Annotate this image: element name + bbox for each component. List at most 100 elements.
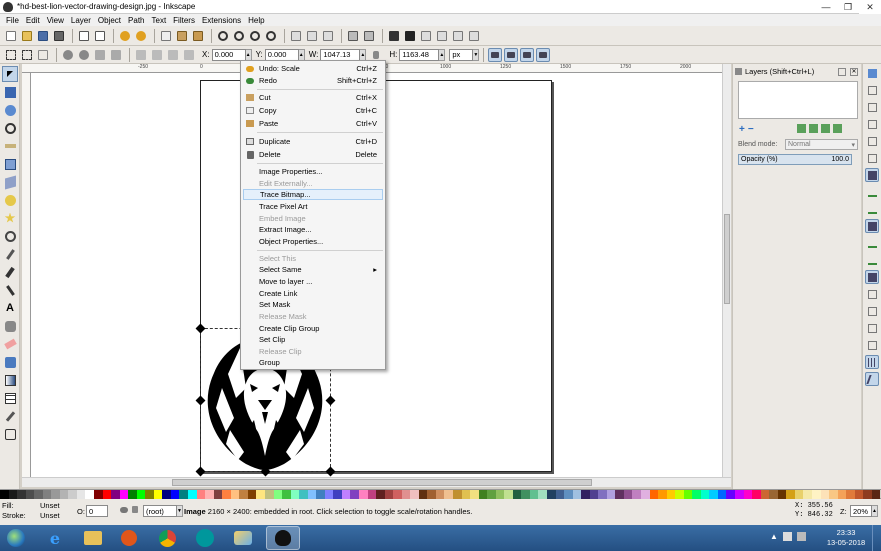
spray-tool[interactable] bbox=[2, 318, 18, 334]
opacity-slider[interactable]: Opacity (%) 100.0 bbox=[738, 154, 852, 165]
palette-swatch[interactable] bbox=[196, 490, 206, 499]
open-button[interactable] bbox=[20, 29, 34, 43]
palette-swatch[interactable] bbox=[418, 490, 428, 499]
paste-button[interactable] bbox=[191, 29, 205, 43]
palette-swatch[interactable] bbox=[128, 490, 137, 499]
palette-swatch[interactable] bbox=[188, 490, 197, 499]
palette-swatch[interactable] bbox=[307, 490, 317, 499]
palette-swatch[interactable] bbox=[376, 490, 385, 499]
palette-swatch[interactable] bbox=[811, 490, 821, 499]
palette-swatch[interactable] bbox=[769, 490, 778, 499]
document-properties-button[interactable] bbox=[467, 29, 481, 43]
menu-item-duplicate[interactable]: Duplicate Ctrl+D bbox=[243, 136, 383, 147]
maximize-button[interactable]: ❐ bbox=[837, 0, 859, 14]
snap-nodes-button[interactable] bbox=[865, 168, 879, 182]
new-document-button[interactable] bbox=[4, 29, 18, 43]
palette-swatch[interactable] bbox=[555, 490, 565, 499]
lower-button[interactable] bbox=[166, 48, 180, 62]
fill-stroke-button[interactable] bbox=[387, 29, 401, 43]
menu-file[interactable]: File bbox=[6, 16, 19, 25]
menu-item-edit-externally[interactable]: Edit Externally... bbox=[243, 178, 383, 189]
palette-swatch[interactable] bbox=[846, 490, 855, 499]
palette-swatch[interactable] bbox=[786, 490, 795, 499]
zoom-tool[interactable] bbox=[2, 120, 18, 136]
palette-swatch[interactable] bbox=[487, 490, 496, 499]
palette-swatch[interactable] bbox=[692, 490, 701, 499]
move-gradients-toggle[interactable] bbox=[520, 47, 535, 62]
deselect-button[interactable] bbox=[36, 48, 50, 62]
layer-to-top-icon[interactable] bbox=[797, 124, 806, 133]
palette-swatch[interactable] bbox=[495, 490, 505, 499]
vertical-scrollbar[interactable] bbox=[722, 64, 731, 477]
palette-swatch[interactable] bbox=[94, 490, 103, 499]
group-button[interactable] bbox=[346, 29, 360, 43]
snap-smooth-nodes-button[interactable] bbox=[865, 236, 879, 250]
palette-swatch[interactable] bbox=[581, 490, 590, 499]
network-icon[interactable] bbox=[782, 532, 792, 541]
palette-swatch[interactable] bbox=[282, 490, 291, 499]
menu-item-create-link[interactable]: Create Link bbox=[243, 288, 383, 299]
dropper-tool[interactable] bbox=[2, 408, 18, 424]
palette-swatch[interactable] bbox=[504, 490, 513, 499]
palette-swatch[interactable] bbox=[59, 490, 69, 499]
close-panel-button[interactable]: ✕ bbox=[850, 67, 858, 76]
palette-swatch[interactable] bbox=[316, 490, 325, 499]
palette-swatch[interactable] bbox=[324, 490, 334, 499]
palette-swatch[interactable] bbox=[529, 490, 539, 499]
undo-button[interactable] bbox=[118, 29, 132, 43]
text-tool[interactable]: A bbox=[2, 300, 18, 316]
palette-swatch[interactable] bbox=[461, 490, 471, 499]
taskbar-file-explorer[interactable] bbox=[76, 526, 110, 550]
zoom-spin-arrows[interactable]: ▲ bbox=[872, 505, 878, 517]
menu-item-group[interactable]: Group bbox=[243, 357, 383, 368]
palette-swatch[interactable] bbox=[162, 490, 171, 499]
palette-swatch[interactable] bbox=[683, 490, 693, 499]
layer-lower-icon[interactable] bbox=[821, 124, 830, 133]
palette-swatch[interactable] bbox=[572, 490, 582, 499]
rotate-cw-button[interactable] bbox=[77, 48, 91, 62]
taskbar-paint[interactable] bbox=[226, 526, 260, 550]
menu-item-undo[interactable]: Undo: Scale Ctrl+Z bbox=[243, 63, 383, 74]
chevron-down-icon[interactable]: ▼ bbox=[177, 505, 183, 517]
palette-swatch[interactable] bbox=[803, 490, 812, 499]
select-all-layers-button[interactable] bbox=[20, 48, 34, 62]
clone-button[interactable] bbox=[305, 29, 319, 43]
taskbar-media-player[interactable] bbox=[112, 526, 146, 550]
menu-item-trace-bitmap[interactable]: Trace Bitmap... bbox=[243, 189, 383, 200]
clock[interactable]: 23:33 13-05-2018 bbox=[826, 528, 866, 548]
opacity-field[interactable]: 0 bbox=[86, 505, 108, 517]
show-desktop-button[interactable] bbox=[872, 525, 881, 551]
snap-intersections-button[interactable] bbox=[865, 202, 879, 216]
connector-tool[interactable] bbox=[2, 426, 18, 442]
palette-swatch[interactable] bbox=[615, 490, 624, 499]
lower-to-bottom-button[interactable] bbox=[182, 48, 196, 62]
palette-swatch[interactable] bbox=[726, 490, 736, 499]
palette-swatch[interactable] bbox=[136, 490, 146, 499]
palette-swatch[interactable] bbox=[239, 490, 248, 499]
palette-swatch[interactable] bbox=[820, 490, 830, 499]
show-hidden-icons[interactable]: ▲ bbox=[770, 532, 778, 541]
palette-swatch[interactable] bbox=[547, 490, 556, 499]
snap-bbox-button[interactable] bbox=[865, 83, 879, 97]
export-button[interactable] bbox=[93, 29, 107, 43]
menu-layer[interactable]: Layer bbox=[71, 16, 91, 25]
xml-editor-button[interactable] bbox=[419, 29, 433, 43]
menu-edit[interactable]: Edit bbox=[26, 16, 40, 25]
menu-item-trace-pixel-art[interactable]: Trace Pixel Art bbox=[243, 201, 383, 212]
measure-tool[interactable] bbox=[2, 138, 18, 154]
palette-swatch[interactable] bbox=[179, 490, 189, 499]
menu-item-object-properties[interactable]: Object Properties... bbox=[243, 236, 383, 247]
palette-swatch[interactable] bbox=[837, 490, 847, 499]
palette-swatch[interactable] bbox=[273, 490, 283, 499]
start-button[interactable] bbox=[2, 526, 30, 550]
menu-item-redo[interactable]: Redo Shift+Ctrl+Z bbox=[243, 75, 383, 86]
zoom-page-button[interactable] bbox=[248, 29, 262, 43]
snap-toggle-button[interactable] bbox=[865, 66, 879, 80]
height-spin-arrows[interactable]: ▲ bbox=[439, 48, 446, 61]
tweak-tool[interactable] bbox=[2, 102, 18, 118]
palette-swatch[interactable] bbox=[564, 490, 573, 499]
palette-swatch[interactable] bbox=[230, 490, 240, 499]
palette-swatch[interactable] bbox=[410, 490, 419, 499]
add-layer-icon[interactable]: + bbox=[739, 124, 745, 135]
menu-item-set-clip[interactable]: Set Clip bbox=[243, 334, 383, 345]
